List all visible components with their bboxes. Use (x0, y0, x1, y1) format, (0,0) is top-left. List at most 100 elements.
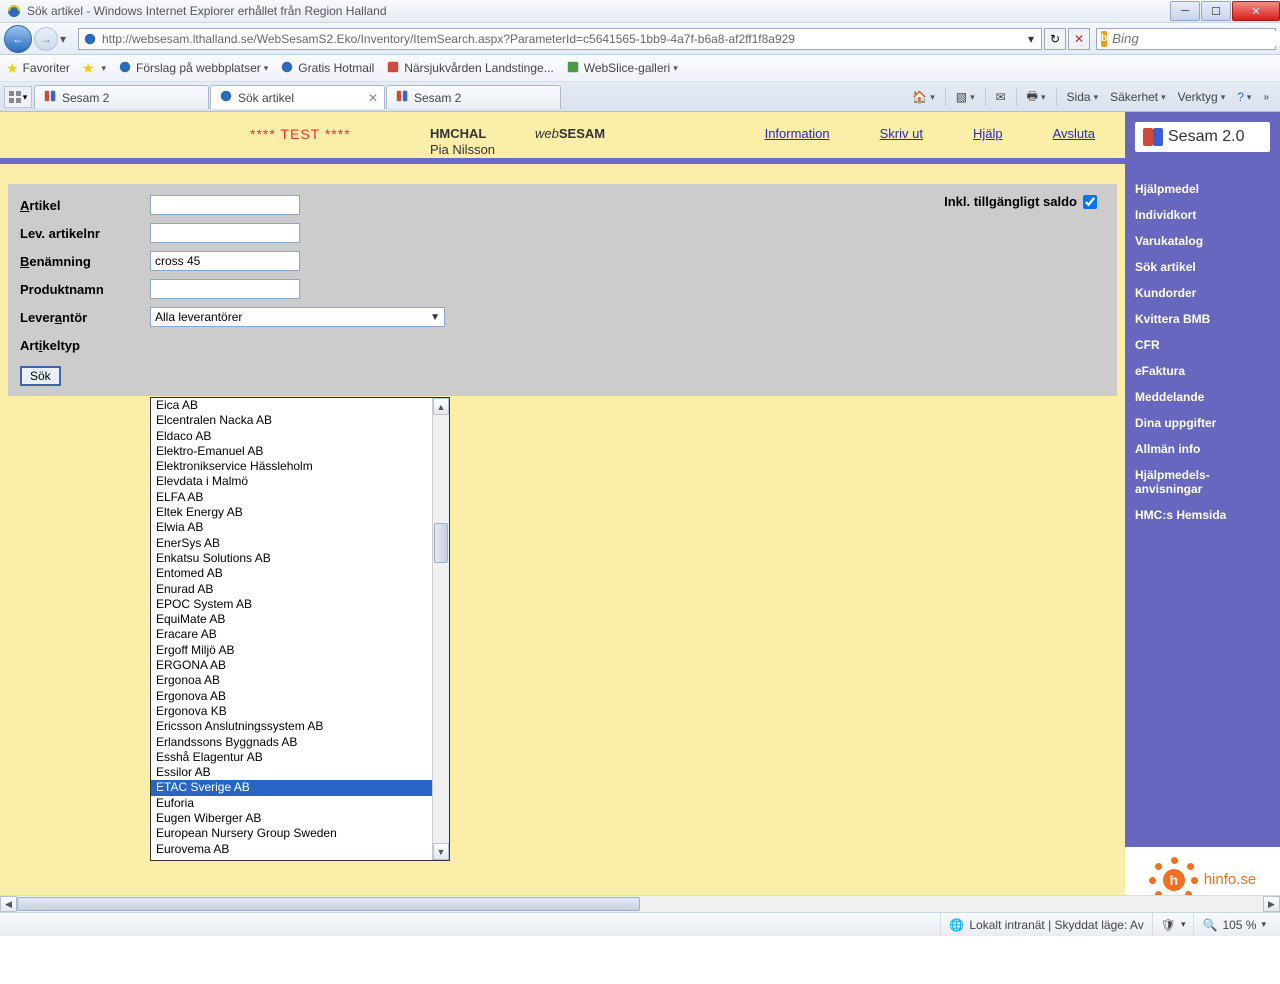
address-bar[interactable]: ▾ (78, 28, 1042, 50)
artikel-input[interactable] (150, 195, 300, 215)
favorites-button[interactable]: ★ Favoriter (6, 60, 70, 77)
scroll-thumb[interactable] (434, 523, 448, 563)
protected-mode-toggle[interactable]: 🛡 ▾ (1152, 913, 1194, 936)
dropdown-option[interactable]: Eracare AB (151, 627, 432, 642)
safety-menu[interactable]: Säkerhet▾ (1105, 86, 1171, 108)
forward-button[interactable]: → (34, 27, 58, 51)
dropdown-option[interactable]: Elektronikservice Hässleholm (151, 459, 432, 474)
scroll-left-button[interactable]: ◀ (0, 896, 17, 912)
fav-link-2[interactable]: Närsjukvården Landstinge... (386, 60, 553, 77)
print-button[interactable]: 🖶▾ (1022, 86, 1051, 108)
sidebar-link[interactable]: Sök artikel (1135, 260, 1270, 274)
search-box[interactable]: b (1096, 28, 1276, 50)
dropdown-option[interactable]: Elwia AB (151, 520, 432, 535)
dropdown-option[interactable]: Elevdata i Malmö (151, 474, 432, 489)
sidebar-link[interactable]: Individkort (1135, 208, 1270, 222)
back-button[interactable]: ← (4, 25, 32, 53)
refresh-button[interactable]: ↻ (1044, 28, 1066, 50)
url-input[interactable] (98, 32, 1024, 46)
dropdown-scrollbar[interactable]: ▲ ▼ (432, 398, 449, 860)
sidebar-link[interactable]: Hjälpmedels-anvisningar (1135, 468, 1270, 496)
sok-button[interactable]: Sök (20, 366, 61, 386)
sidebar-link[interactable]: Hjälpmedel (1135, 182, 1270, 196)
zoom-control[interactable]: 🔍 105 % ▾ (1193, 913, 1274, 936)
dropdown-option[interactable]: Ericsson Anslutningssystem AB (151, 719, 432, 734)
hinfo-text: hinfo.se (1204, 871, 1257, 888)
dropdown-option[interactable]: Elcentralen Nacka AB (151, 413, 432, 428)
sidebar-link[interactable]: Allmän info (1135, 442, 1270, 456)
browser-tab-2[interactable]: Sesam 2 (386, 85, 561, 109)
dropdown-option[interactable]: Ergonova AB (151, 689, 432, 704)
search-input[interactable] (1107, 31, 1280, 46)
link-skriv-ut[interactable]: Skriv ut (880, 126, 923, 141)
fav-link-1[interactable]: Gratis Hotmail (280, 60, 374, 77)
dropdown-option[interactable]: Ergonoa AB (151, 673, 432, 688)
mail-button[interactable]: ✉ (991, 86, 1011, 108)
hscroll-thumb[interactable] (17, 897, 640, 911)
test-banner: **** TEST **** (250, 126, 351, 142)
dropdown-option[interactable]: Eldaco AB (151, 429, 432, 444)
sidebar-link[interactable]: CFR (1135, 338, 1270, 352)
dropdown-option[interactable]: Ergoff Miljö AB (151, 643, 432, 658)
sidebar-link[interactable]: Varukatalog (1135, 234, 1270, 248)
scroll-down-button[interactable]: ▼ (433, 843, 449, 860)
horizontal-scrollbar[interactable]: ◀ ▶ (0, 895, 1280, 912)
sidebar-link[interactable]: Kvittera BMB (1135, 312, 1270, 326)
feeds-button[interactable]: ▧▾ (951, 86, 980, 108)
close-button[interactable]: ✕ (1232, 1, 1280, 21)
browser-tab-0[interactable]: Sesam 2 (34, 85, 209, 109)
link-information[interactable]: Information (765, 126, 830, 141)
benamning-input[interactable] (150, 251, 300, 271)
link-hjalp[interactable]: Hjälp (973, 126, 1003, 141)
dropdown-option[interactable]: ERGONA AB (151, 658, 432, 673)
dropdown-option[interactable]: Elektro-Emanuel AB (151, 444, 432, 459)
link-avsluta[interactable]: Avsluta (1053, 126, 1095, 141)
browser-tab-1[interactable]: Sök artikel ✕ (210, 85, 385, 109)
dropdown-option[interactable]: Eugen Wiberger AB (151, 811, 432, 826)
dropdown-option[interactable]: Enkatsu Solutions AB (151, 551, 432, 566)
saldo-checkbox[interactable] (1083, 195, 1097, 209)
home-button[interactable]: 🏠▾ (907, 86, 939, 108)
sidebar-link[interactable]: Meddelande (1135, 390, 1270, 404)
tab-close-button[interactable]: ✕ (368, 91, 378, 105)
minimize-button[interactable]: ─ (1170, 1, 1200, 21)
maximize-button[interactable]: ☐ (1201, 1, 1231, 21)
dropdown-option[interactable]: Entomed AB (151, 566, 432, 581)
stop-button[interactable]: ✕ (1068, 28, 1090, 50)
scroll-right-button[interactable]: ▶ (1263, 896, 1280, 912)
help-button[interactable]: ?▾ (1232, 86, 1256, 108)
dropdown-option[interactable]: EquiMate AB (151, 612, 432, 627)
url-dropdown[interactable]: ▾ (1024, 32, 1038, 46)
dropdown-option[interactable]: European Nursery Group Sweden (151, 826, 432, 841)
dropdown-option[interactable]: ELFA AB (151, 490, 432, 505)
page-menu[interactable]: Sida▾ (1062, 86, 1104, 108)
leverantor-dropdown-list[interactable]: Eica ABElcentralen Nacka ABEldaco ABElek… (150, 397, 450, 861)
produktnamn-input[interactable] (150, 279, 300, 299)
scroll-up-button[interactable]: ▲ (433, 398, 449, 415)
dropdown-option[interactable]: ETAC Sverige AB (151, 780, 432, 795)
nav-history-dropdown[interactable]: ▾ (60, 32, 72, 46)
dropdown-option[interactable]: Essilor AB (151, 765, 432, 780)
fav-link-3[interactable]: WebSlice-galleri ▾ (566, 60, 678, 77)
sidebar-link[interactable]: Kundorder (1135, 286, 1270, 300)
leverantor-select[interactable]: Alla leverantörer ▼ (150, 307, 445, 327)
dropdown-option[interactable]: Eica AB (151, 398, 432, 413)
dropdown-option[interactable]: Enurad AB (151, 582, 432, 597)
fav-link-0[interactable]: Förslag på webbplatser ▾ (118, 60, 268, 77)
sidebar-link[interactable]: HMC:s Hemsida (1135, 508, 1270, 522)
quick-tabs-button[interactable]: ▾ (4, 86, 32, 108)
add-favorite-button[interactable]: ★ ▾ (82, 60, 106, 77)
dropdown-option[interactable]: Ergonova KB (151, 704, 432, 719)
sidebar-link[interactable]: Dina uppgifter (1135, 416, 1270, 430)
tools-menu[interactable]: Verktyg▾ (1173, 86, 1231, 108)
expand-button[interactable]: » (1258, 86, 1274, 108)
dropdown-option[interactable]: Erlandssons Byggnads AB (151, 735, 432, 750)
dropdown-option[interactable]: Esshå Elagentur AB (151, 750, 432, 765)
dropdown-option[interactable]: EnerSys AB (151, 536, 432, 551)
sidebar-link[interactable]: eFaktura (1135, 364, 1270, 378)
dropdown-option[interactable]: Euforia (151, 796, 432, 811)
dropdown-option[interactable]: Eurovema AB (151, 842, 432, 857)
dropdown-option[interactable]: Eltek Energy AB (151, 505, 432, 520)
dropdown-option[interactable]: EPOC System AB (151, 597, 432, 612)
levartnr-input[interactable] (150, 223, 300, 243)
